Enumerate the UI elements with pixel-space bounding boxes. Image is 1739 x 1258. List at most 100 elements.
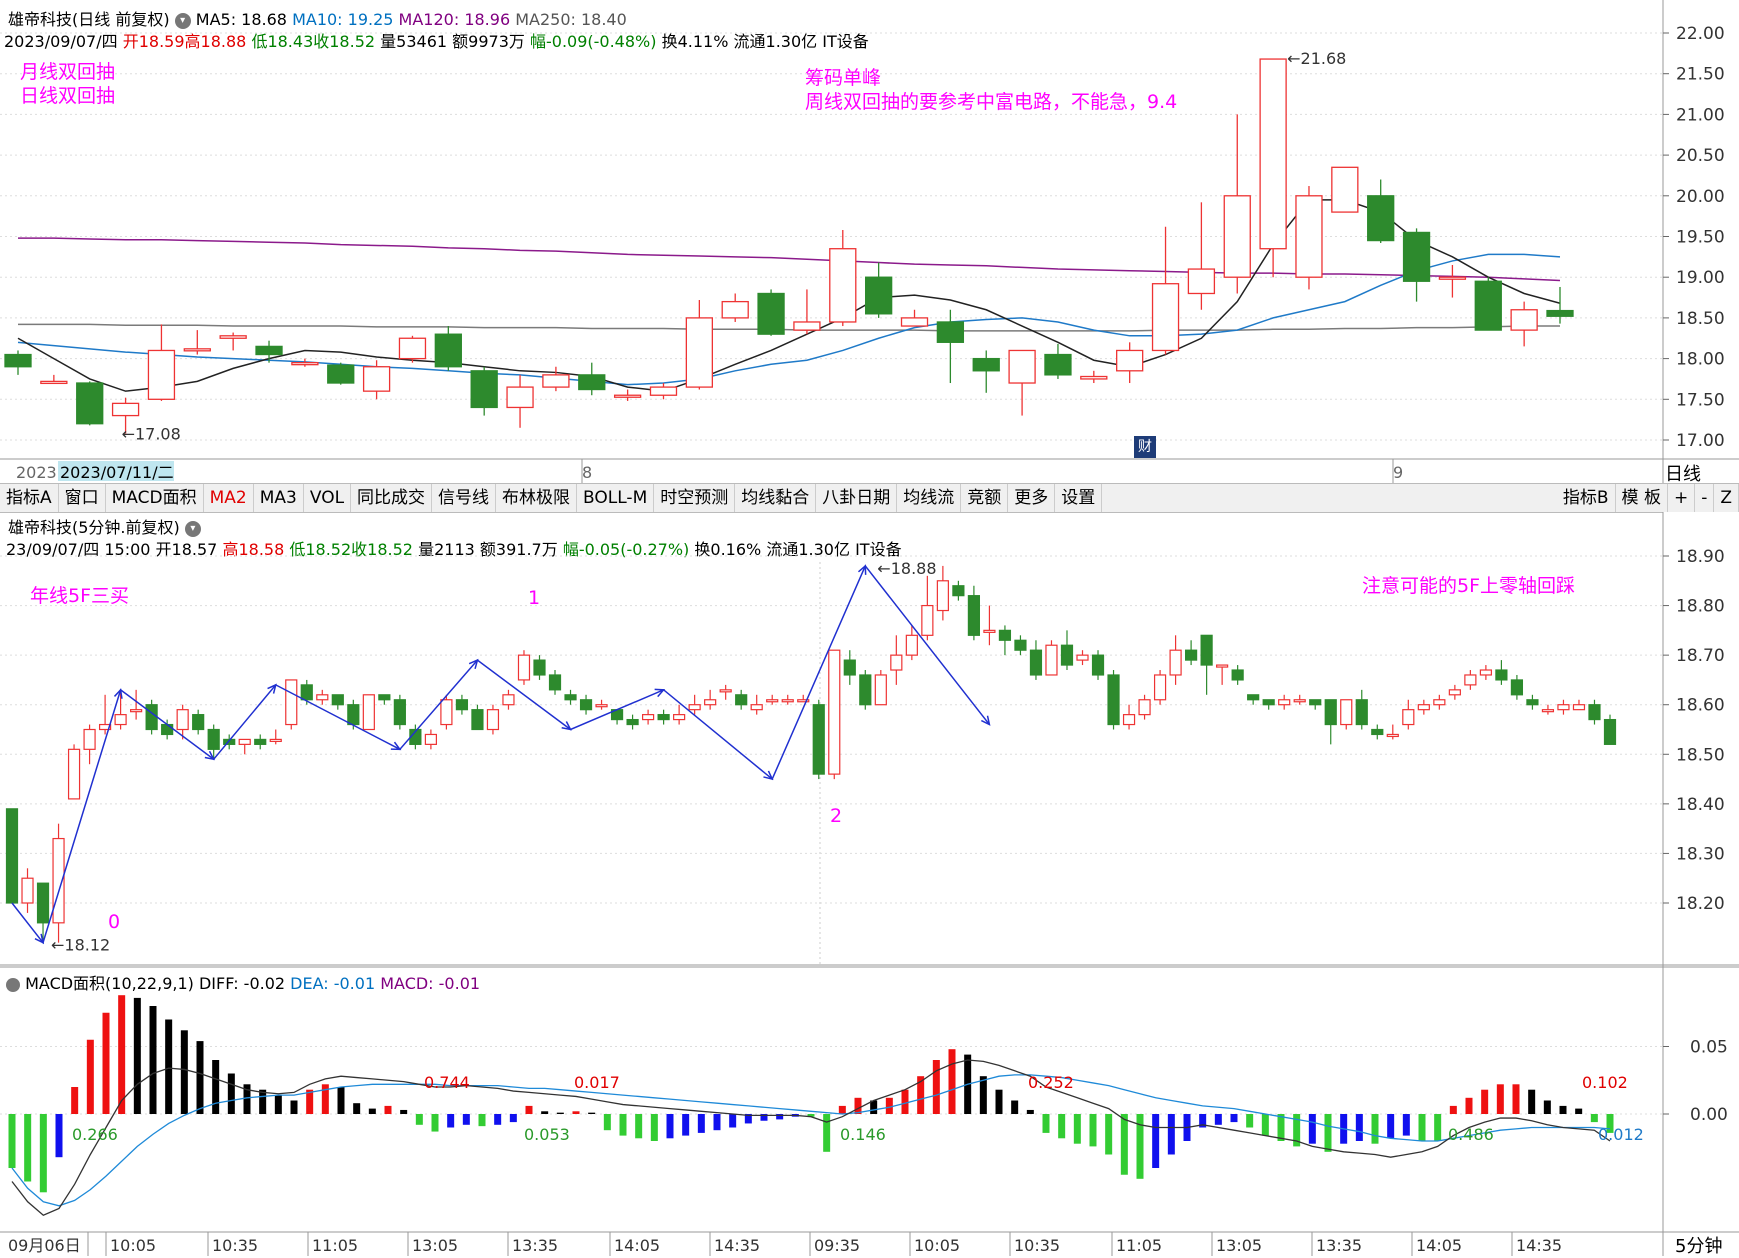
toolbar-button[interactable]: 均线流 (897, 484, 962, 512)
candle-body (1029, 649, 1043, 676)
time-label: 10:35 (1014, 1236, 1060, 1255)
minute-candle (316, 689, 329, 705)
macd-bar (619, 1114, 627, 1136)
candle-body (21, 877, 34, 904)
macd-bar (71, 1087, 79, 1114)
toolbar-right-button[interactable]: 模 板 (1616, 484, 1668, 512)
macd-bar (1590, 1114, 1598, 1123)
toolbar-button[interactable]: VOL (304, 484, 352, 512)
macd-bar (1512, 1084, 1520, 1114)
toolbar-button[interactable]: 布林极限 (496, 484, 578, 512)
daily-candle (1259, 58, 1287, 278)
candle-body (766, 699, 779, 703)
daily-candle (1044, 343, 1072, 379)
daily-chart-pane[interactable]: 雄帝科技(日线 前复权) ▾ MA5: 18.68 MA10: 19.25 MA… (0, 0, 1739, 485)
toolbar-right-button[interactable]: - (1695, 484, 1715, 512)
macd-bar (133, 997, 141, 1114)
minute-candle (579, 694, 593, 715)
candle-body (750, 704, 763, 711)
indicator-toolbar: 指标A 窗口 MACD面积 MA2 MA3 VOL 同比成交 信号线 布林极限 BOLL-M 时空预… (0, 483, 1739, 513)
macd-area-label: 0.053 (524, 1125, 570, 1144)
daily-candle (972, 350, 1000, 393)
minute-candle (548, 670, 562, 695)
candle-body (440, 699, 453, 726)
minute-candle (1262, 699, 1275, 710)
minute-candle (828, 649, 841, 780)
candle-body (1510, 309, 1538, 331)
daily-candle (1367, 179, 1395, 244)
toolbar-button[interactable]: BOLL-M (577, 484, 655, 512)
minute-period-label[interactable]: 5分钟 (1675, 1232, 1722, 1258)
candle-body (1448, 689, 1461, 696)
minute-candle (378, 694, 391, 705)
toolbar-button[interactable]: 时空预测 (654, 484, 736, 512)
candle-body (1588, 704, 1601, 721)
toolbar-button[interactable]: 指标A (0, 484, 59, 512)
minute-candle (455, 694, 469, 715)
time-label: 10:05 (110, 1236, 156, 1255)
toolbar-button[interactable]: 信号线 (432, 484, 497, 512)
candle-body (865, 276, 893, 315)
macd-bar (1324, 1114, 1332, 1152)
candle-body (983, 629, 996, 633)
wave-label: 0 (108, 911, 120, 933)
wave-label: 2 (830, 805, 842, 827)
minute-candle (1293, 694, 1306, 705)
toolbar-right-button[interactable]: Z (1714, 484, 1739, 512)
toolbar-button[interactable]: 八卦日期 (816, 484, 898, 512)
macd-bar (979, 1076, 987, 1114)
minute-candle (921, 575, 934, 641)
candle-body (688, 704, 701, 711)
daily-candle (721, 293, 749, 322)
toolbar-button[interactable]: MACD面积 (106, 484, 204, 512)
candle-body (704, 699, 717, 706)
macd-chart[interactable]: 0.05 0.00 0.266 0.744 0.053 0.017 0.146 0.252 0.… (0, 966, 1739, 1256)
candle-body (1122, 714, 1136, 726)
candle-body (145, 704, 158, 731)
candle-body (1541, 709, 1555, 713)
toolbar-button[interactable]: 更多 (1008, 484, 1056, 512)
candle-body (685, 317, 713, 388)
toolbar-button[interactable]: 设置 (1055, 484, 1103, 512)
toolbar-right-button[interactable]: 指标B (1557, 484, 1616, 512)
macd-bar (635, 1114, 643, 1139)
candle-body (874, 674, 887, 706)
minute-candle (1464, 670, 1477, 690)
minute-candle (5, 808, 19, 904)
daily-candle (1116, 342, 1144, 384)
macd-bar (431, 1114, 439, 1132)
candle-body (192, 714, 205, 731)
toolbar-button[interactable]: 均线黏合 (735, 484, 817, 512)
minute-candle (517, 650, 531, 685)
toolbar-button[interactable]: MA2 (204, 484, 254, 512)
daily-candle (398, 335, 427, 363)
minute-candle (1371, 724, 1384, 740)
candle-body (254, 738, 267, 745)
daily-candle (829, 229, 857, 327)
financial-report-icon[interactable]: 财 (1134, 436, 1156, 458)
toolbar-button[interactable]: MA3 (254, 484, 304, 512)
minute-candle (1355, 689, 1368, 730)
time-label: 13:05 (412, 1236, 458, 1255)
candle-body (843, 659, 856, 676)
toolbar-right-button[interactable]: + (1668, 484, 1696, 512)
toolbar-button[interactable]: 窗口 (59, 484, 106, 512)
minute-candle (486, 704, 500, 735)
price-tick-label: 18.20 (1676, 894, 1725, 914)
toolbar-button[interactable]: 同比成交 (351, 484, 433, 512)
daily-candle (900, 309, 929, 327)
candle-body (1603, 718, 1617, 745)
candle-body (1464, 674, 1477, 686)
macd-bar (384, 1105, 392, 1114)
minute-chart-pane[interactable]: 雄帝科技(5分钟.前复权) ▾ 23/09/07/四 15:00 开18.57 … (0, 512, 1739, 966)
minute-candlestick-chart[interactable]: 18.90 18.80 18.70 18.60 18.50 18.40 18.30 18.20… (0, 512, 1739, 966)
candle-body (900, 317, 929, 327)
candle-body (1417, 704, 1430, 711)
daily-candlestick-chart[interactable]: 22.00 21.50 21.00 20.50 20.00 19.50 19.00 18.50… (0, 0, 1739, 483)
daily-candle (1331, 166, 1359, 213)
candle-body (331, 694, 344, 706)
candle-body (828, 649, 841, 775)
macd-bar (102, 1012, 110, 1114)
macd-pane[interactable]: MACD面积(10,22,9,1) DIFF: -0.02 DEA: -0.01… (0, 966, 1739, 1258)
toolbar-button[interactable]: 竞额 (961, 484, 1009, 512)
